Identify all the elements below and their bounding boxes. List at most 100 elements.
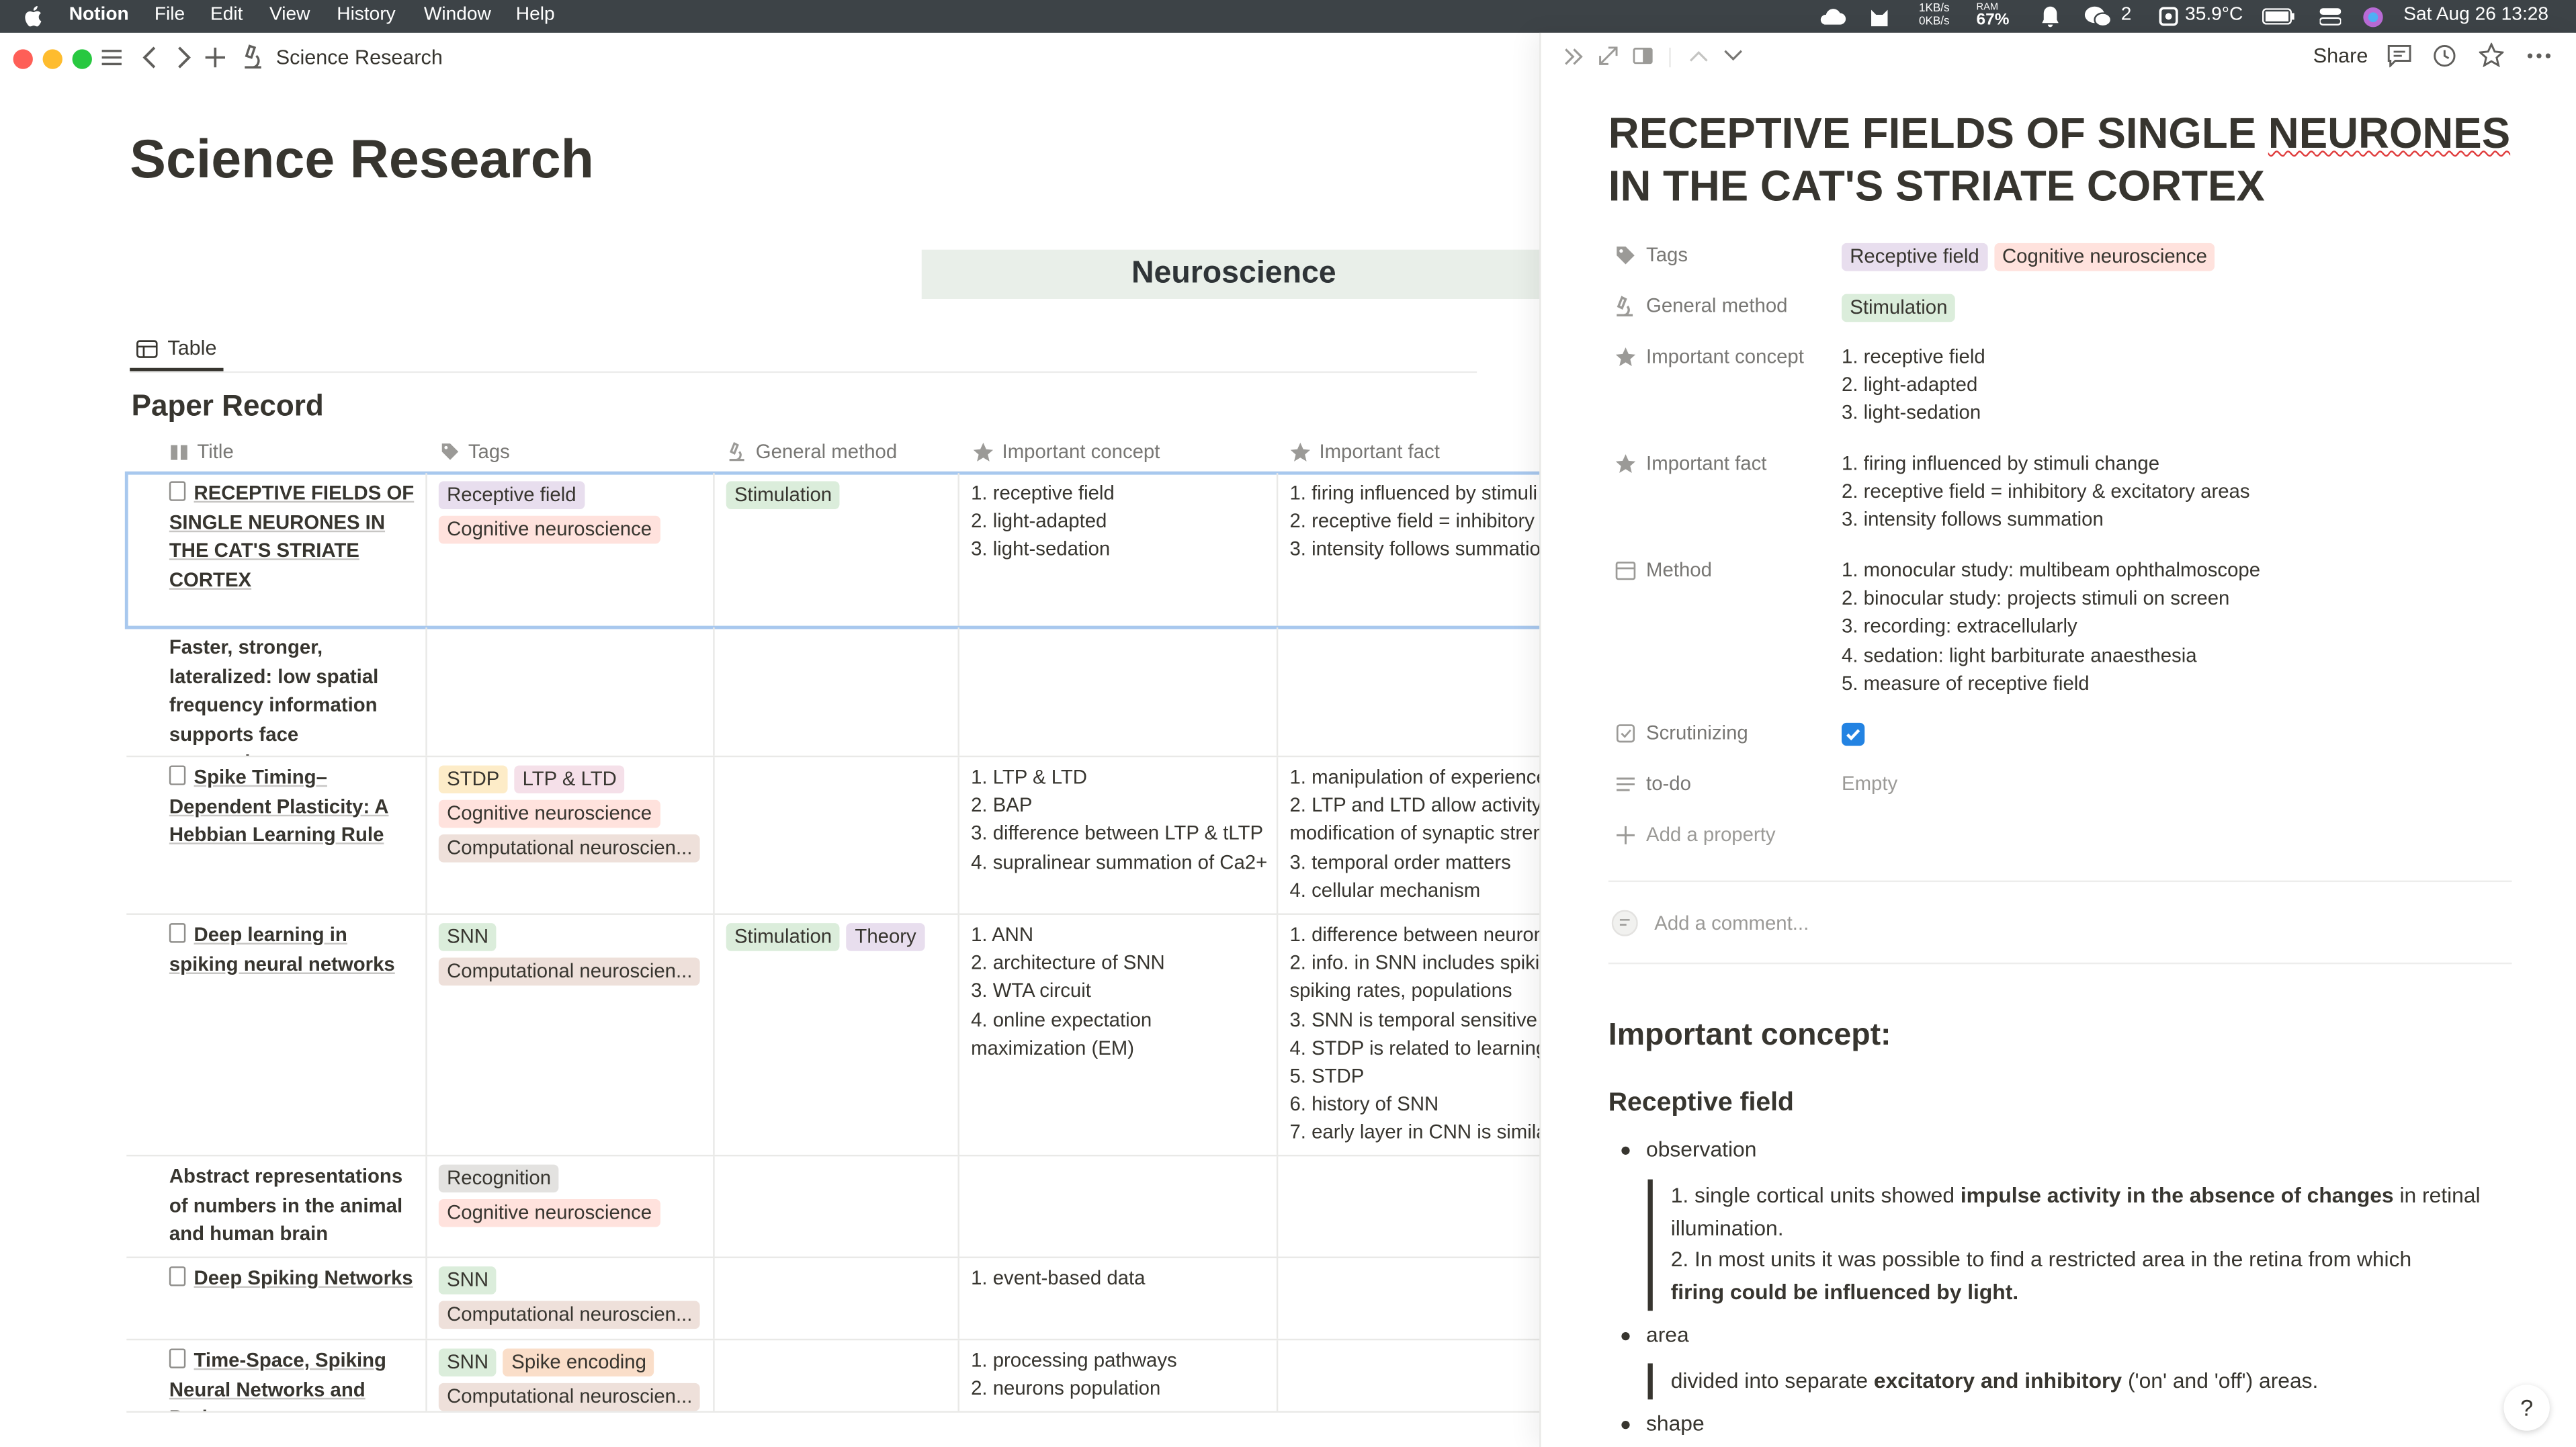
- database-title[interactable]: Paper Record: [132, 390, 324, 424]
- row-title[interactable]: Faster, stronger, lateralized: low spati…: [169, 635, 378, 755]
- title-cell[interactable]: Faster, stronger, lateralized: low spati…: [126, 627, 427, 756]
- close-window-button[interactable]: [13, 49, 33, 69]
- tag-pill[interactable]: Receptive field: [438, 481, 585, 509]
- property-tags-value[interactable]: Receptive field Cognitive neuroscience: [1842, 241, 2222, 275]
- general-method-cell[interactable]: [715, 1156, 959, 1257]
- observation-quote[interactable]: 1. single cortical units showed impulse …: [1671, 1180, 2525, 1308]
- title-cell[interactable]: Deep learning in spiking neural networks: [126, 914, 427, 1155]
- column-important-fact[interactable]: Important fact: [1289, 431, 1440, 474]
- tab-table-view[interactable]: Table: [130, 328, 224, 371]
- tag-pill[interactable]: SNN: [438, 1348, 497, 1377]
- property-important-concept[interactable]: Important concept: [1615, 345, 1804, 368]
- cat-icon[interactable]: [1868, 5, 1891, 28]
- important-fact-cell[interactable]: [1278, 1156, 1541, 1256]
- menu-file[interactable]: File: [155, 5, 185, 24]
- property-important-fact-value[interactable]: 1. firing influenced by stimuli change 2.…: [1842, 450, 2250, 535]
- column-tags[interactable]: Tags: [440, 431, 510, 474]
- tags-cell[interactable]: STDP LTP & LTD Cognitive neuroscience Compu…: [427, 757, 715, 914]
- battery-icon[interactable]: [2262, 8, 2295, 25]
- tag-pill[interactable]: Spike encoding: [503, 1348, 655, 1377]
- temperature[interactable]: 35.9°C: [2185, 5, 2243, 24]
- property-important-fact[interactable]: Important fact: [1615, 451, 1766, 475]
- area-quote[interactable]: divided into separate excitatory and inh…: [1671, 1365, 2319, 1397]
- tags-cell[interactable]: [427, 627, 715, 756]
- tags-cell[interactable]: SNN Computational neuroscien...: [427, 914, 715, 1155]
- menu-help[interactable]: Help: [516, 5, 555, 24]
- title-cell[interactable]: Spike Timing–Dependent Plasticity: A Heb…: [126, 757, 427, 914]
- row-title[interactable]: Deep learning in spiking neural networks: [169, 923, 395, 975]
- siri-icon[interactable]: [2362, 7, 2384, 28]
- tag-pill[interactable]: Computational neuroscien...: [438, 1383, 701, 1411]
- tag-pill[interactable]: Computational neuroscien...: [438, 957, 701, 986]
- important-fact-cell[interactable]: 1. difference between neuron 2. info. in …: [1278, 915, 1541, 1155]
- menu-edit[interactable]: Edit: [210, 5, 243, 24]
- content-subheading[interactable]: Receptive field: [1608, 1089, 1794, 1119]
- important-fact-cell[interactable]: 1. firing influenced by stimuli 2. recept…: [1278, 473, 1541, 625]
- important-concept-cell[interactable]: 1. event-based data: [959, 1258, 1279, 1339]
- row-title[interactable]: Abstract representations of numbers in t…: [169, 1165, 402, 1245]
- tags-cell[interactable]: Receptive field Cognitive neuroscience: [427, 473, 715, 626]
- property-todo-value[interactable]: Empty: [1842, 771, 1897, 799]
- ram-indicator[interactable]: RAM 67%: [1977, 0, 2010, 33]
- tag-pill[interactable]: SNN: [438, 1266, 497, 1295]
- property-general-method[interactable]: General method: [1615, 294, 1787, 317]
- row-title[interactable]: RECEPTIVE FIELDS OF SINGLE NEURONES IN T…: [169, 481, 414, 590]
- comment-input[interactable]: Add a comment...: [1654, 912, 1809, 934]
- row-title[interactable]: Spike Timing–Dependent Plasticity: A Heb…: [169, 765, 389, 846]
- tags-cell[interactable]: Recognition Cognitive neuroscience: [427, 1156, 715, 1257]
- tag-pill[interactable]: STDP: [438, 765, 508, 794]
- row-title[interactable]: Deep Spiking Networks: [194, 1266, 413, 1289]
- menu-app-name[interactable]: Notion: [69, 5, 129, 24]
- general-method-cell[interactable]: [715, 757, 959, 914]
- table-row[interactable]: Abstract representations of numbers in t…: [126, 1156, 1541, 1258]
- zoom-window-button[interactable]: [72, 49, 92, 69]
- important-fact-cell[interactable]: [1278, 1340, 1541, 1411]
- bell-icon[interactable]: [2041, 5, 2060, 28]
- help-button[interactable]: ?: [2503, 1385, 2550, 1431]
- favorite-star-icon[interactable]: [2479, 42, 2504, 68]
- peek-page-title[interactable]: RECEPTIVE FIELDS OF SINGLE NEURONES IN T…: [1608, 107, 2545, 212]
- table-row[interactable]: Time-Space, Spiking Neural Networks and …: [126, 1340, 1541, 1413]
- more-options-icon[interactable]: [2527, 52, 2552, 59]
- important-concept-cell[interactable]: 1. processing pathways 2. neurons populat…: [959, 1340, 1279, 1411]
- property-general-method-value[interactable]: Stimulation: [1842, 292, 1962, 326]
- general-method-cell[interactable]: [715, 627, 959, 756]
- chevron-up-icon[interactable]: [1689, 49, 1709, 62]
- important-fact-cell[interactable]: [1278, 627, 1541, 756]
- bullet-area[interactable]: area: [1646, 1319, 1689, 1351]
- method-pill[interactable]: Theory: [847, 923, 925, 951]
- important-concept-cell[interactable]: [959, 1156, 1279, 1257]
- content-heading[interactable]: Important concept:: [1608, 1018, 1891, 1055]
- table-row[interactable]: Faster, stronger, lateralized: low spati…: [126, 627, 1541, 758]
- minimize-window-button[interactable]: [42, 49, 62, 69]
- important-fact-cell[interactable]: [1278, 1258, 1541, 1339]
- scrutinizing-checkbox[interactable]: [1842, 722, 1865, 746]
- close-peek-icon[interactable]: [1564, 48, 1584, 66]
- title-cell[interactable]: Time-Space, Spiking Neural Networks and …: [126, 1340, 427, 1411]
- tag-pill[interactable]: Computational neuroscien...: [438, 1301, 701, 1329]
- tag-pill[interactable]: LTP & LTD: [514, 765, 626, 794]
- breadcrumb[interactable]: Science Research: [276, 46, 443, 69]
- menu-window[interactable]: Window: [424, 5, 491, 24]
- important-concept-cell[interactable]: [959, 627, 1279, 756]
- tag-pill[interactable]: SNN: [438, 923, 497, 951]
- tag-pill[interactable]: Cognitive neuroscience: [438, 799, 660, 828]
- column-important-concept[interactable]: Important concept: [973, 431, 1160, 474]
- comment-icon[interactable]: [2387, 44, 2412, 68]
- sidebar-menu-icon[interactable]: [100, 48, 123, 67]
- method-pill[interactable]: Stimulation: [726, 923, 841, 951]
- title-cell[interactable]: Abstract representations of numbers in t…: [126, 1156, 427, 1257]
- share-button[interactable]: Share: [2313, 44, 2368, 67]
- menubar-clock[interactable]: Sat Aug 26 13:28: [2403, 5, 2548, 24]
- important-fact-cell[interactable]: 1. manipulation of experience 2. LTP and …: [1278, 757, 1541, 913]
- table-row[interactable]: RECEPTIVE FIELDS OF SINGLE NEURONES IN T…: [124, 471, 1543, 629]
- cpu-icon[interactable]: [2157, 5, 2180, 28]
- tag-pill[interactable]: Cognitive neuroscience: [438, 515, 660, 544]
- forward-arrow-icon[interactable]: [176, 46, 192, 69]
- chevron-down-icon[interactable]: [1723, 49, 1743, 62]
- general-method-cell[interactable]: Stimulation Theory: [715, 914, 959, 1155]
- expand-page-icon[interactable]: [1598, 46, 1618, 65]
- row-title[interactable]: Time-Space, Spiking Neural Networks and …: [169, 1348, 386, 1411]
- property-method[interactable]: Method: [1615, 558, 1712, 582]
- important-concept-cell[interactable]: 1. ANN 2. architecture of SNN 3. WTA circu…: [959, 914, 1279, 1155]
